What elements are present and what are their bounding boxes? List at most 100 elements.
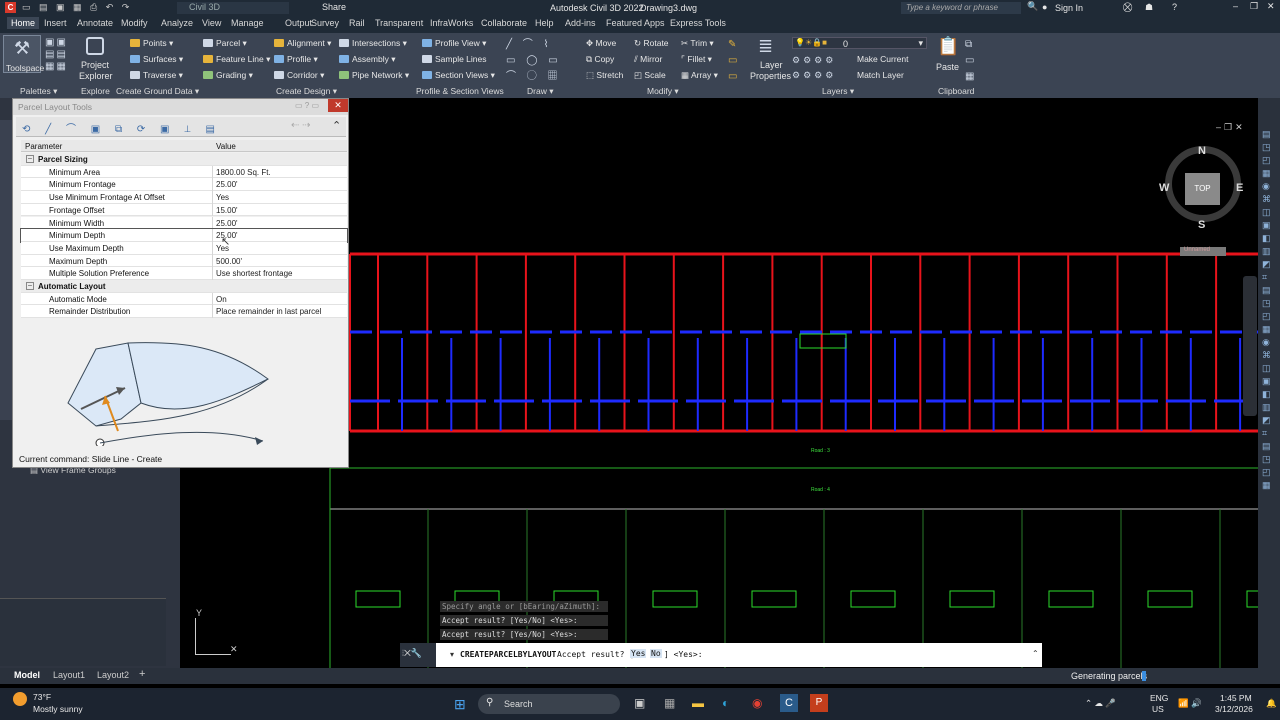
powerpoint-icon[interactable]: P — [810, 694, 828, 712]
right-toolbar[interactable]: ▤ ◳ ◰ ▦ ◉ ⌘ ◫ ▣ ◧ ▥ ◩ ⌗ ▤ ◳ ◰ ▦ ◉ ⌘ ◫ ▣ ◧ ▥ ◩ ⌗ ▤ ◳ ◰ ▦ — [1258, 98, 1280, 668]
edge-icon[interactable]: ◐ — [722, 696, 729, 710]
collab-icon[interactable]: ☗ — [1145, 2, 1153, 13]
lang-eng[interactable]: ENG — [1150, 693, 1168, 703]
tab-model[interactable]: Model — [14, 670, 40, 680]
dialog-close-button[interactable]: ✕ — [328, 99, 348, 112]
parameter-row[interactable]: Minimum Area 1800.00 Sq. Ft. — [21, 165, 347, 179]
parameter-value[interactable]: 25.00' — [216, 219, 238, 228]
network-volume-icons[interactable]: 📶 🔊 — [1178, 698, 1202, 709]
move-button[interactable]: ✥ Move — [586, 38, 616, 49]
panel-palettes[interactable]: Palettes ▾ — [20, 86, 57, 97]
add-layout-button[interactable]: + — [139, 668, 145, 680]
parcel-button[interactable]: Parcel ▾ — [203, 38, 247, 49]
tab-annotate[interactable]: Annotate — [77, 18, 113, 28]
notification-icon[interactable]: 🔔 — [1266, 698, 1277, 709]
viewcube-top[interactable]: TOP — [1185, 173, 1220, 205]
profile-view-button[interactable]: Profile View ▾ — [422, 38, 486, 49]
tab-collaborate[interactable]: Collaborate — [481, 18, 527, 28]
stretch-button[interactable]: ⬚ Stretch — [586, 70, 623, 81]
parameter-row[interactable]: Remainder Distribution Place remainder in… — [21, 305, 347, 319]
tab-help[interactable]: Help — [535, 18, 554, 28]
alignment-button[interactable]: Alignment ▾ — [274, 38, 331, 49]
task-view-icon[interactable]: ▣ — [634, 696, 645, 710]
tab-modify[interactable]: Modify — [121, 18, 148, 28]
lang-us[interactable]: US — [1152, 704, 1164, 714]
share-button[interactable]: Share — [322, 2, 346, 12]
surfaces-button[interactable]: Surfaces ▾ — [130, 54, 183, 65]
parameter-row[interactable]: Automatic Mode On — [21, 292, 347, 306]
parameter-row[interactable]: Multiple Solution Preference Use shortest… — [21, 267, 347, 280]
mirror-button[interactable]: ⫽ Mirror — [634, 54, 662, 65]
scale-button[interactable]: ◰ Scale — [634, 70, 666, 81]
parameter-row[interactable]: Use Maximum Depth Yes — [21, 241, 347, 255]
panel-draw[interactable]: Draw ▾ — [527, 86, 553, 97]
section-views-button[interactable]: Section Views ▾ — [422, 70, 495, 81]
parameter-value[interactable]: On — [216, 295, 227, 304]
parameter-value[interactable]: 15.00' — [216, 206, 238, 215]
quick-access-toolbar[interactable]: ▭ ▤ ▣ ▦ ⎙ ↶ ↷ — [22, 2, 132, 13]
collapse-toggle-icon[interactable]: – — [26, 155, 34, 163]
help-icon[interactable]: ? — [1172, 2, 1177, 12]
parameter-value[interactable]: 500.00' — [216, 257, 242, 266]
toolspace-button[interactable]: ⚒ Toolspace — [3, 35, 44, 73]
clock-date[interactable]: 3/12/2026 — [1215, 704, 1253, 714]
calculator-icon[interactable]: ▦ — [664, 696, 675, 710]
parameter-row[interactable]: Minimum Width 25.00' — [21, 216, 347, 230]
match-layer-button[interactable]: Match Layer — [857, 70, 904, 80]
clock-time[interactable]: 1:45 PM — [1220, 693, 1252, 703]
parameter-value[interactable]: 1800.00 Sq. Ft. — [216, 168, 271, 177]
tray-icons[interactable]: ⌃ ☁ 🎤 — [1085, 698, 1116, 709]
windows-start-icon[interactable]: ⊞ — [454, 696, 466, 713]
tab-analyze[interactable]: Analyze — [161, 18, 193, 28]
viewport-controls[interactable]: –❐✕ — [1216, 122, 1246, 133]
sample-lines-button[interactable]: Sample Lines — [422, 54, 487, 64]
parameter-value[interactable]: 25.00' — [216, 180, 238, 189]
layer-tools-icons[interactable]: ⚙⚙⚙⚙ ⚙⚙⚙⚙ — [792, 53, 836, 83]
tab-transparent[interactable]: Transparent — [375, 18, 423, 28]
feature-line-button[interactable]: Feature Line ▾ — [203, 54, 270, 65]
palette-icons[interactable]: ▣▣ ▤▤ ▦▦ — [45, 37, 75, 73]
tab-featured-apps[interactable]: Featured Apps — [606, 18, 665, 28]
collapse-icon[interactable]: ⌃ — [332, 119, 341, 132]
tab-home[interactable]: Home — [7, 17, 40, 29]
fillet-button[interactable]: ⌜ Fillet ▾ — [681, 54, 712, 65]
panel-create-ground-data[interactable]: Create Ground Data ▾ — [116, 86, 199, 97]
cart-icon[interactable]: ⛒ — [1123, 2, 1132, 13]
tab-view[interactable]: View — [202, 18, 221, 28]
parameter-row[interactable]: Use Minimum Frontage At Offset Yes — [21, 191, 347, 204]
workspace-selector[interactable]: Civil 3D — [177, 2, 289, 14]
command-line[interactable]: ⦙✕🔧 ▾ CREATEPARCELBYLAYOUT Accept result… — [400, 643, 1042, 667]
tab-add-ins[interactable]: Add-ins — [565, 18, 596, 28]
panel-create-design[interactable]: Create Design ▾ — [276, 86, 337, 97]
parameter-value[interactable]: Use shortest frontage — [216, 269, 292, 278]
command-line-handle-icons[interactable]: ⦙✕🔧 — [400, 643, 436, 667]
array-button[interactable]: ▦ Array ▾ — [681, 70, 718, 81]
tab-layout2[interactable]: Layout2 — [97, 670, 129, 680]
civil3d-logo-icon[interactable]: C — [5, 2, 16, 13]
parcel-tool-icons[interactable]: ⟲ ╱ ⌒ ▣ ⧉ ⟳ ▣ ⟂ ▤ — [22, 120, 221, 135]
option-yes[interactable]: Yes — [630, 649, 647, 658]
project-explorer-button[interactable]: Project Explorer — [78, 37, 113, 83]
weather-icon[interactable] — [13, 692, 27, 706]
taskbar-search[interactable]: ⚲ Search — [478, 694, 620, 714]
command-expand-icon[interactable]: ⌃ — [1032, 649, 1039, 658]
tab-manage[interactable]: Manage — [231, 18, 264, 28]
tab-layout1[interactable]: Layout1 — [53, 670, 85, 680]
category-row[interactable]: – Parcel Sizing — [21, 153, 347, 166]
copy-button[interactable]: ⧉ Copy — [586, 54, 614, 65]
tab-rail[interactable]: Rail — [349, 18, 365, 28]
profile-button[interactable]: Profile ▾ — [274, 54, 318, 65]
tab-express-tools[interactable]: Express Tools — [670, 18, 726, 28]
tab-infraworks[interactable]: InfraWorks — [430, 18, 473, 28]
dialog-help-icons[interactable]: ▭ ? ▭ — [295, 101, 319, 110]
sign-in-link[interactable]: Sign In — [1055, 3, 1083, 13]
modify-extra-icons[interactable]: ✎ ▭ ▭ — [728, 37, 737, 85]
parameter-row[interactable]: Frontage Offset 15.00' — [21, 203, 347, 217]
pipe-network-button[interactable]: Pipe Network ▾ — [339, 70, 409, 81]
chrome-icon[interactable]: ◉ — [752, 696, 762, 710]
search-input[interactable]: Type a keyword or phrase — [901, 2, 1021, 14]
close-icon[interactable]: ✕ — [1267, 1, 1275, 12]
layer-dropdown[interactable]: 💡☀🔒■ 0 ▾ — [792, 37, 927, 49]
file-explorer-icon[interactable]: ▬ — [692, 696, 704, 710]
navigation-bar[interactable] — [1243, 276, 1257, 416]
